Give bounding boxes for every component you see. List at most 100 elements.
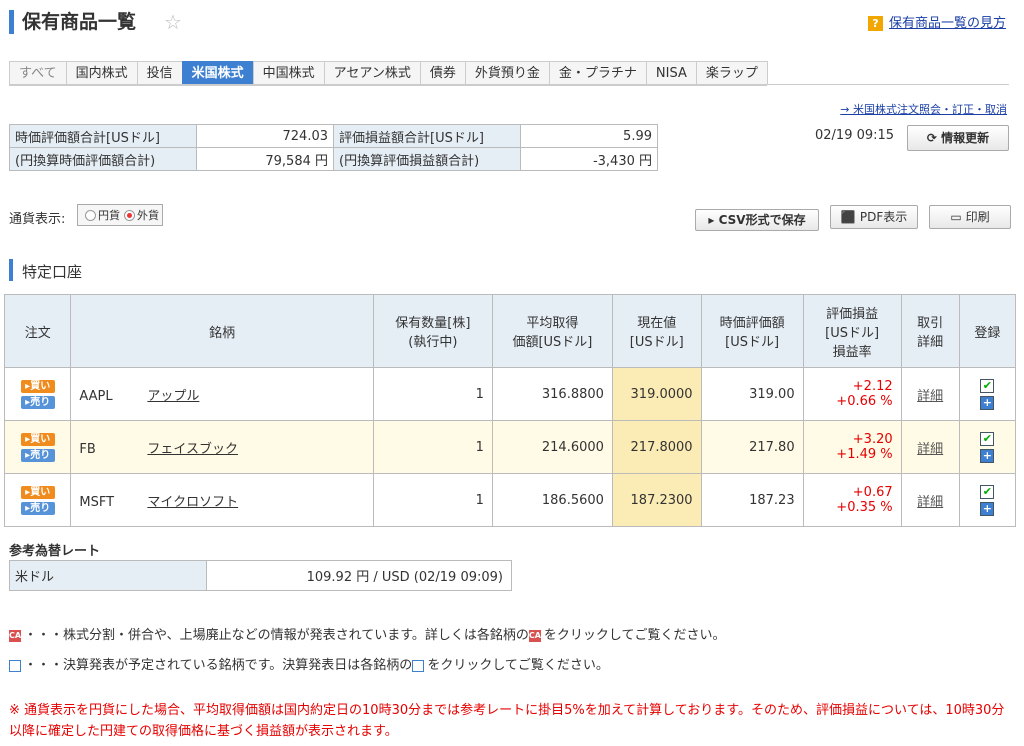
tab-9[interactable]: NISA: [645, 61, 697, 85]
register-cell: ✔ +: [958, 420, 1017, 474]
name-cell: AAPL アップル: [70, 367, 374, 421]
pl-rate: +0.35 %: [836, 500, 893, 515]
cur-cell: 319.0000: [611, 367, 702, 421]
tab-8[interactable]: 金・プラチナ: [548, 61, 647, 85]
col-cur: 現在値 [USドル]: [611, 294, 702, 368]
fx-rate: 109.92 円 / USD (02/19 09:09): [206, 560, 512, 591]
ticker: MSFT: [79, 494, 115, 510]
currency-jpy-radio[interactable]: [85, 209, 96, 221]
buy-button[interactable]: ▸買い: [20, 485, 55, 499]
col-pl: 評価損益 [USドル] 損益率: [802, 294, 902, 368]
market-value-label: 時価評価額合計[USドル]: [9, 124, 197, 148]
tab-6[interactable]: 債券: [419, 61, 466, 85]
stock-name-link[interactable]: マイクロソフト: [147, 495, 238, 510]
detail-link[interactable]: 詳細: [917, 442, 943, 457]
trade-detail-cell: 詳細: [900, 473, 960, 527]
print-label: 印刷: [965, 210, 990, 224]
mv-cell: 319.00: [700, 367, 804, 421]
page-title: 保有商品一覧: [22, 11, 137, 33]
name-cell: MSFT マイクロソフト: [70, 473, 374, 527]
tab-2[interactable]: 投信: [136, 61, 183, 85]
refresh-button[interactable]: ⟳ 情報更新: [907, 125, 1009, 151]
fx-currency: 米ドル: [9, 560, 207, 591]
corporate-action-icon: CA: [9, 629, 22, 642]
pdf-icon: ⬛: [840, 210, 860, 224]
jpy-pl-label: (円換算評価損益額合計): [333, 147, 521, 171]
order-cell: ▸買い ▸売り: [3, 473, 72, 527]
col-qty: 保有数量[株] (執行中): [372, 294, 493, 368]
favorite-star-icon[interactable]: ☆: [164, 10, 182, 34]
tab-4[interactable]: 中国株式: [252, 61, 325, 85]
ticker: AAPL: [79, 388, 113, 404]
buy-button[interactable]: ▸買い: [20, 432, 55, 446]
note-ca-text-b: をクリックしてご覧ください。: [543, 628, 726, 643]
fx-table: 米ドル 109.92 円 / USD (02/19 09:09): [9, 560, 512, 591]
name-cell: FB フェイスブック: [70, 420, 374, 474]
market-value: 724.03: [196, 124, 334, 148]
table-row: ▸買い ▸売り AAPL アップル 1 316.8800 319.0000 319.00 +2.…: [3, 367, 1017, 421]
trade-detail-cell: 詳細: [900, 367, 960, 421]
tab-7[interactable]: 外貨預り金: [464, 61, 550, 85]
sell-button[interactable]: ▸売り: [20, 395, 55, 409]
pl-label: 評価損益額合計[USドル]: [333, 124, 521, 148]
help-link[interactable]: ? 保有商品一覧の見方: [867, 12, 1006, 31]
stock-name-link[interactable]: フェイスブック: [147, 442, 238, 457]
tab-10[interactable]: 楽ラップ: [695, 61, 768, 85]
col-reg: 登録: [958, 294, 1017, 368]
plus-icon[interactable]: +: [980, 501, 995, 516]
detail-link[interactable]: 詳細: [917, 389, 943, 404]
detail-link[interactable]: 詳細: [917, 495, 943, 510]
pl-amount: +0.67: [852, 485, 893, 500]
print-button[interactable]: ▭ 印刷: [929, 205, 1011, 229]
jpy-value-label: (円換算時価評価額合計): [9, 147, 197, 171]
plus-icon[interactable]: +: [980, 395, 995, 410]
tab-1[interactable]: 国内株式: [65, 61, 138, 85]
trade-detail-cell: 詳細: [900, 420, 960, 474]
pl-value: 5.99: [520, 124, 658, 148]
pl-amount: +2.12: [852, 379, 893, 394]
qty-cell: 1: [372, 420, 493, 474]
table-row: ▸買い ▸売り FB フェイスブック 1 214.6000 217.8000 217.80 +3…: [3, 420, 1017, 474]
pl-rate: +0.66 %: [836, 394, 893, 409]
pdf-button[interactable]: ⬛ PDF表示: [830, 205, 918, 229]
currency-label: 通貨表示:: [9, 212, 66, 227]
currency-foreign-radio[interactable]: [124, 209, 135, 221]
order-cell: ▸買い ▸売り: [3, 367, 72, 421]
tab-0[interactable]: すべて: [9, 61, 67, 85]
tab-divider: [9, 84, 1009, 85]
product-tabs: すべて 国内株式 投信 米国株式 中国株式 アセアン株式 債券 外貨預り金 金・プラチナ NISA…: [9, 61, 768, 86]
corporate-action-icon: CA: [528, 629, 541, 642]
cur-cell: 217.8000: [611, 420, 702, 474]
printer-icon: ▭: [950, 210, 966, 224]
mv-cell: 217.80: [700, 420, 804, 474]
tab-5[interactable]: アセアン株式: [323, 61, 421, 85]
help-link-text[interactable]: 保有商品一覧の見方: [889, 16, 1006, 31]
currency-jpy-label[interactable]: 円貨: [98, 207, 120, 223]
cur-cell: 187.2300: [611, 473, 702, 527]
sell-button[interactable]: ▸売り: [20, 448, 55, 462]
note-earn-text-b: をクリックしてご覧ください。: [427, 658, 609, 673]
order-inquiry-link[interactable]: → 米国株式注文照会・訂正・取消: [840, 101, 1007, 117]
refresh-label: 情報更新: [941, 131, 990, 145]
currency-toggle: 円貨 外貨: [77, 204, 163, 226]
title-accent: [9, 10, 14, 34]
plus-icon[interactable]: +: [980, 448, 995, 463]
note-earnings: ・・・決算発表が予定されている銘柄です。決算発表日は各銘柄の をクリックしてご覧く…: [9, 654, 609, 673]
sell-button[interactable]: ▸売り: [20, 501, 55, 515]
help-question-icon: ?: [867, 16, 883, 31]
refresh-icon: ⟳: [926, 131, 942, 145]
checkmark-icon[interactable]: ✔: [980, 378, 995, 393]
stock-name-link[interactable]: アップル: [147, 389, 199, 404]
section-accent: [9, 259, 13, 281]
checkmark-icon[interactable]: ✔: [980, 431, 995, 446]
update-timestamp: 02/19 09:15: [815, 128, 895, 143]
pl-rate: +1.49 %: [836, 447, 893, 462]
section-title: 特定口座: [22, 263, 83, 281]
tab-3[interactable]: 米国株式: [181, 61, 254, 85]
col-mv: 時価評価額 [USドル]: [700, 294, 804, 368]
currency-foreign-label[interactable]: 外貨: [137, 207, 159, 223]
buy-button[interactable]: ▸買い: [20, 379, 55, 393]
csv-save-button[interactable]: ▸ CSV形式で保存: [695, 209, 819, 231]
checkmark-icon[interactable]: ✔: [980, 484, 995, 499]
holdings-table: 注文 銘柄 保有数量[株] (執行中) 平均取得 価額[USドル] 現在値 [USドル…: [3, 294, 1017, 527]
